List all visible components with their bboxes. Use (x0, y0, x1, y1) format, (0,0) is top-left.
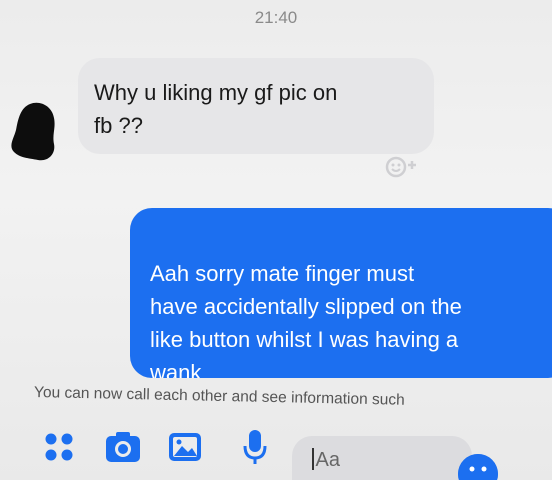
image-icon (169, 433, 201, 461)
contact-avatar[interactable] (8, 98, 62, 166)
microphone-button[interactable] (236, 428, 274, 466)
incoming-message-bubble[interactable]: Why u liking my gf pic on fb ?? (78, 58, 434, 154)
camera-icon (106, 432, 140, 462)
camera-button[interactable] (104, 428, 142, 466)
outgoing-message-text: Aah sorry mate finger must have accident… (150, 261, 462, 378)
emoji-icon (458, 454, 498, 480)
text-cursor (312, 448, 314, 470)
call-info-notice: You can now call each other and see info… (33, 384, 405, 409)
avatar-silhouette-icon (11, 102, 55, 161)
message-input[interactable]: Aa (292, 436, 472, 480)
outgoing-message-bubble[interactable]: Aah sorry mate finger must have accident… (130, 208, 552, 378)
microphone-icon (243, 430, 267, 464)
emoji-button[interactable] (458, 454, 498, 480)
message-timestamp: 21:40 (254, 8, 298, 27)
apps-button[interactable] (40, 428, 78, 466)
gallery-button[interactable] (166, 428, 204, 466)
add-reaction-icon (385, 156, 416, 178)
incoming-message-text: Why u liking my gf pic on fb ?? (94, 80, 338, 138)
four-dots-icon (45, 433, 73, 461)
message-input-placeholder: Aa (315, 449, 340, 471)
add-reaction-button[interactable] (380, 152, 424, 182)
